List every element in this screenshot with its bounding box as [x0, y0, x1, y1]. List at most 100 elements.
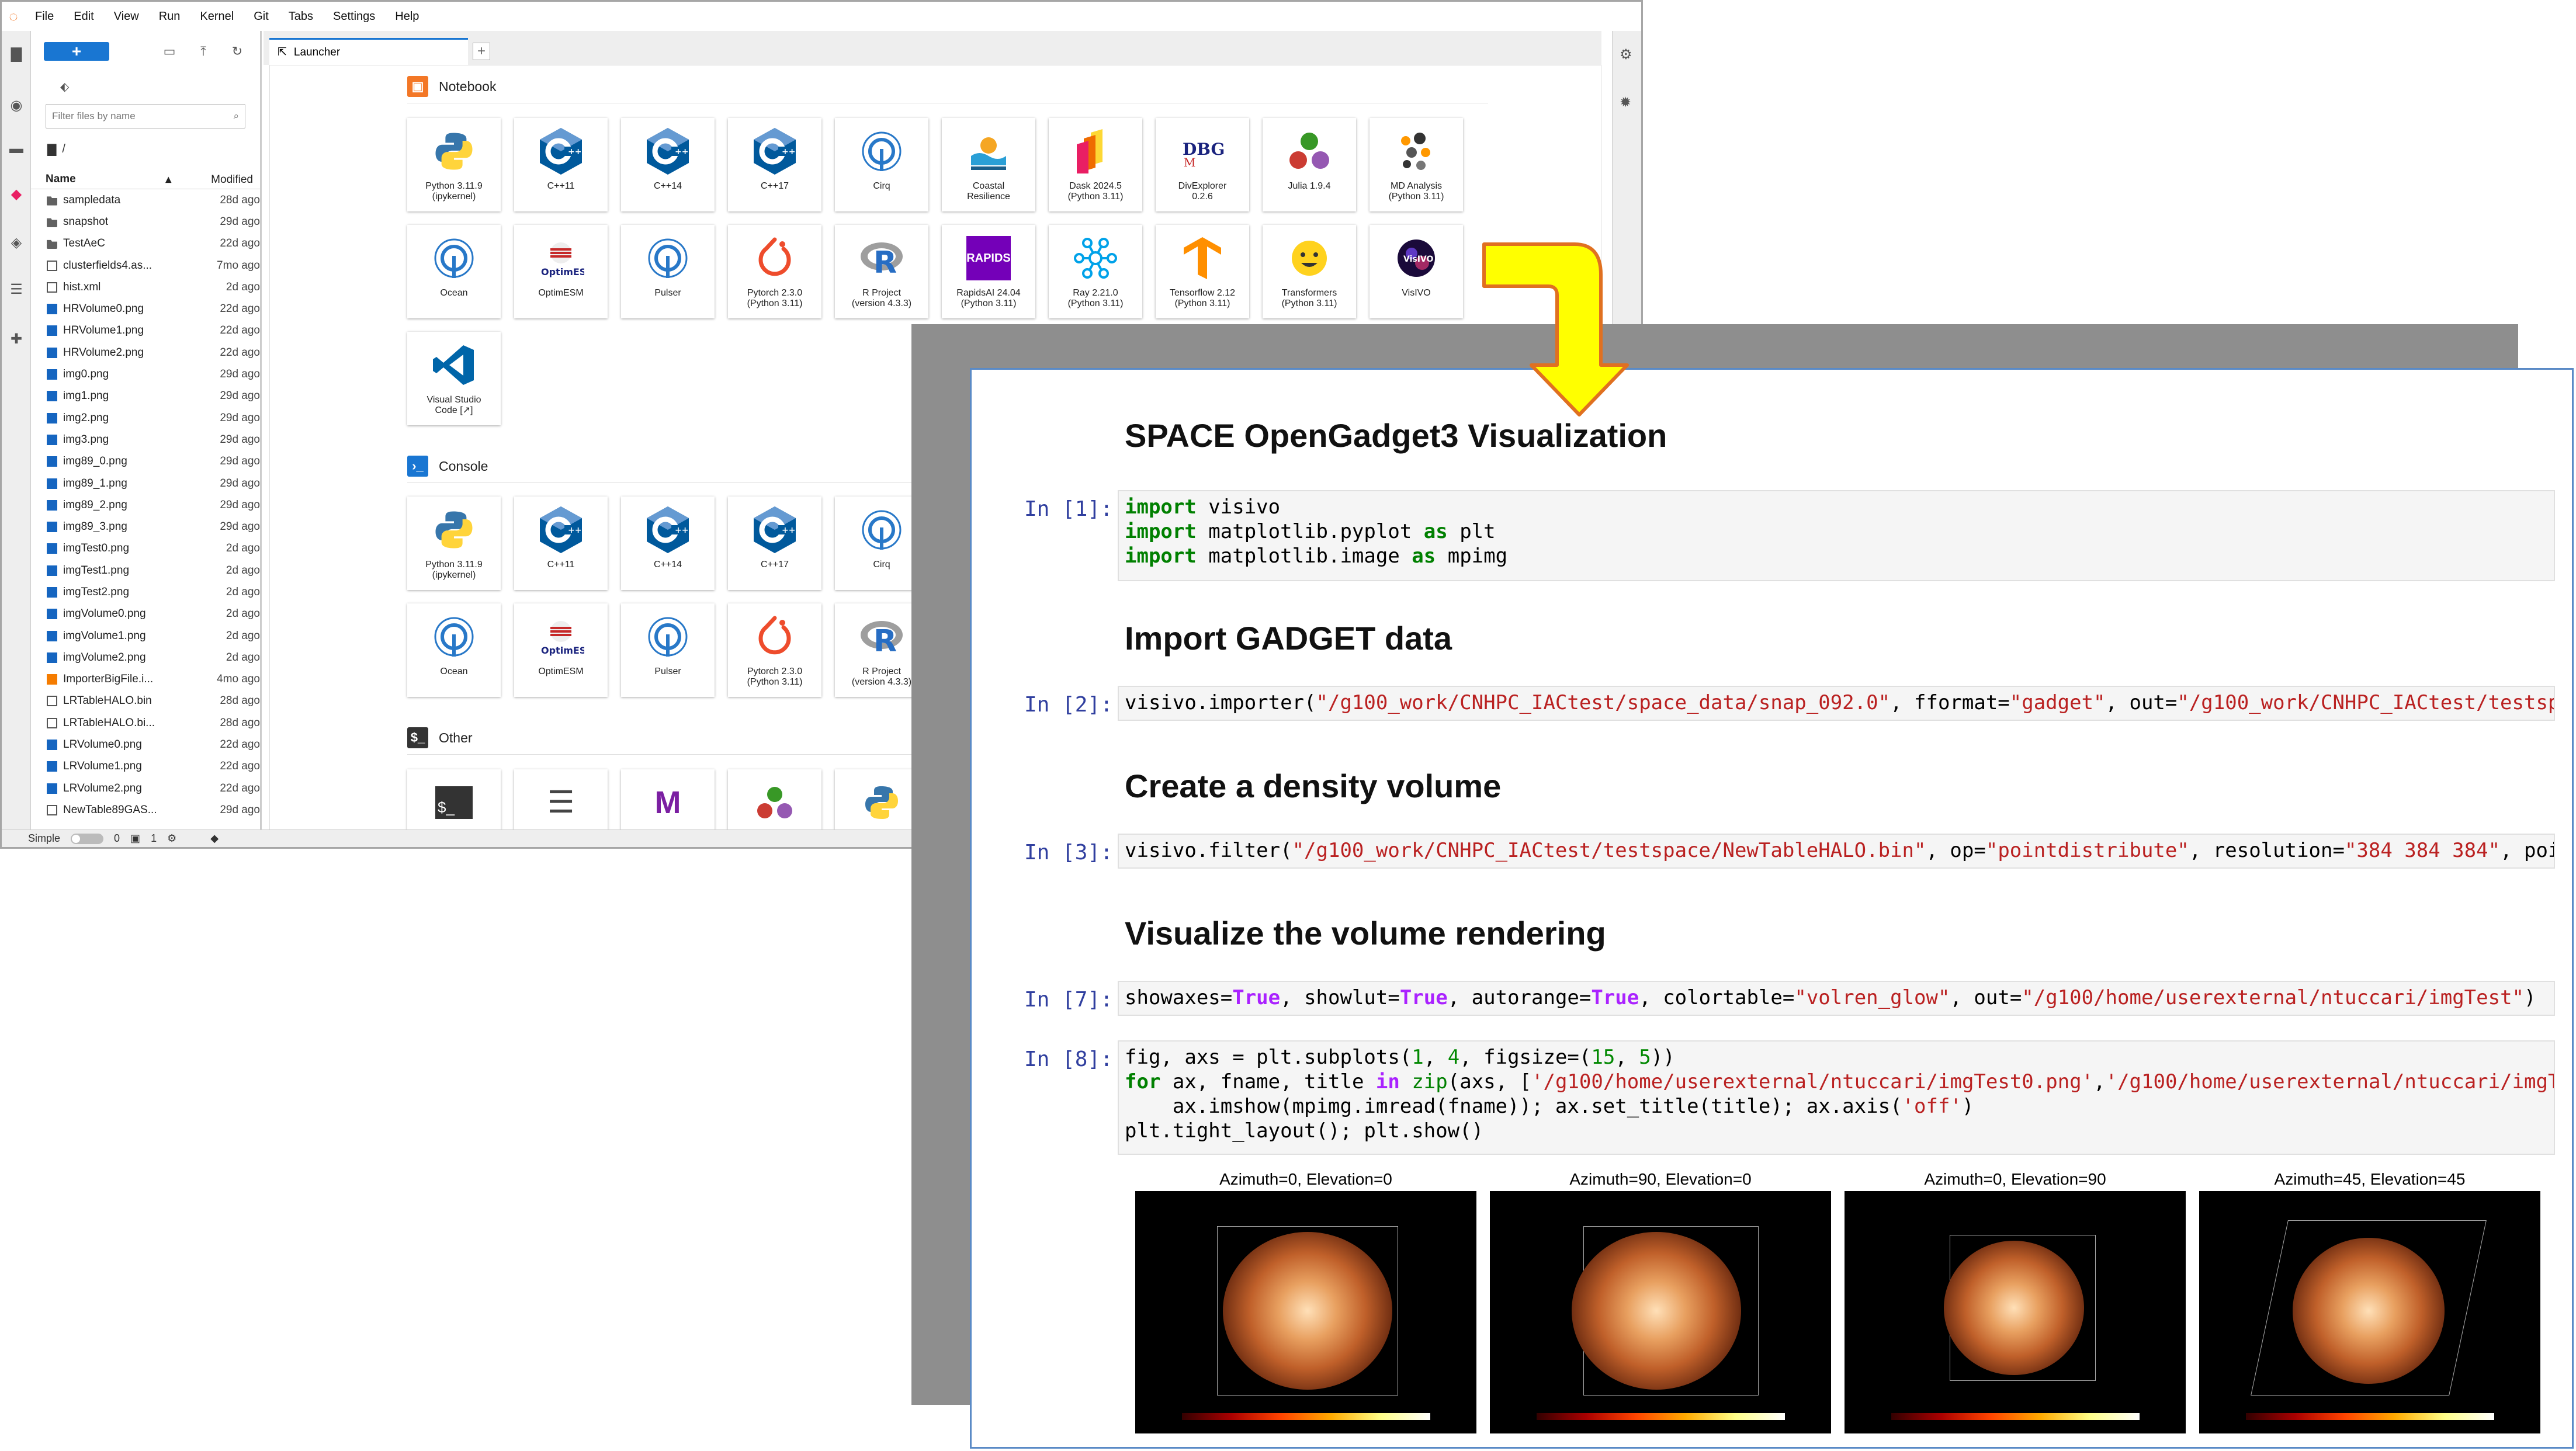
launcher-card-notebook-rapids[interactable]: RAPIDS RapidsAI 24.04 (Python 3.11)	[942, 225, 1035, 318]
launcher-card-notebook-pytorch[interactable]: Pytorch 2.3.0 (Python 3.11)	[728, 225, 821, 318]
launcher-card-console-pytorch[interactable]: Pytorch 2.3.0 (Python 3.11)	[728, 603, 821, 697]
launcher-card-notebook-ray[interactable]: Ray 2.21.0 (Python 3.11)	[1049, 225, 1142, 318]
add-tab-button[interactable]: +	[473, 43, 490, 60]
launcher-card-notebook-pulser[interactable]: Pulser	[621, 225, 715, 318]
launcher-card-notebook-julia[interactable]: Julia 1.9.4	[1263, 118, 1356, 211]
menu-view[interactable]: View	[104, 10, 149, 23]
file-row[interactable]: img89_0.png 29d ago	[31, 451, 260, 473]
toc-icon[interactable]: ☰	[6, 279, 26, 299]
file-row[interactable]: sampledata 28d ago	[31, 189, 260, 211]
file-row[interactable]: imgVolume1.png 2d ago	[31, 625, 260, 647]
file-row[interactable]: snapshot 29d ago	[31, 211, 260, 232]
launcher-card-notebook-ocean[interactable]: Ocean	[407, 225, 501, 318]
git-branch-icon[interactable]: ◆	[210, 832, 219, 845]
column-name[interactable]: Name	[46, 173, 76, 186]
launcher-card-notebook-optimesm[interactable]: OptimESM OptimESM	[514, 225, 608, 318]
launcher-card-markdown[interactable]: M	[621, 769, 715, 834]
debugger-icon[interactable]: ✹	[1620, 94, 1631, 111]
filter-input[interactable]: Filter files by name ⌕	[46, 104, 245, 129]
launcher-card-console-python[interactable]: Python 3.11.9 (ipykernel)	[407, 497, 501, 590]
new-folder-icon[interactable]: ▭	[161, 43, 178, 60]
file-row[interactable]: imgTest2.png 2d ago	[31, 581, 260, 603]
file-row[interactable]: imgTest0.png 2d ago	[31, 538, 260, 560]
terminal-list-icon[interactable]: ▬	[6, 139, 26, 159]
tab-launcher[interactable]: ⇱ Launcher	[269, 38, 468, 65]
file-row[interactable]: HRVolume2.png 22d ago	[31, 342, 260, 363]
menu-kernel[interactable]: Kernel	[190, 10, 244, 23]
property-inspector-icon[interactable]: ⚙	[1620, 46, 1632, 63]
file-row[interactable]: HRVolume0.png 22d ago	[31, 298, 260, 320]
file-row[interactable]: clusterfields4.as... 7mo ago	[31, 255, 260, 276]
menu-file[interactable]: File	[25, 10, 64, 23]
upload-icon[interactable]: ⤒	[195, 43, 212, 60]
file-row[interactable]: imgTest1.png 2d ago	[31, 560, 260, 581]
menu-git[interactable]: Git	[244, 10, 279, 23]
launcher-card-console-pulser[interactable]: Pulser	[621, 603, 715, 697]
launcher-card-console-cpp[interactable]: ++ C++17	[728, 497, 821, 590]
launcher-card-notebook-cpp[interactable]: ++ C++17	[728, 118, 821, 211]
launcher-card-notebook-mdanalysis[interactable]: MD Analysis (Python 3.11)	[1370, 118, 1463, 211]
menu-tabs[interactable]: Tabs	[279, 10, 323, 23]
launcher-card-text-file[interactable]: ☰	[514, 769, 608, 834]
folder-icon[interactable]: ▇	[6, 44, 26, 64]
launcher-card-console-ocean[interactable]: Ocean	[407, 603, 501, 697]
file-row[interactable]: imgVolume2.png 2d ago	[31, 647, 260, 668]
launcher-card-notebook-r[interactable]: R R Project (version 4.3.3)	[835, 225, 928, 318]
new-launcher-button[interactable]: +	[44, 42, 109, 61]
launcher-card-console-cpp[interactable]: ++ C++14	[621, 497, 715, 590]
launcher-card-notebook-cirq[interactable]: Cirq	[835, 118, 928, 211]
menu-edit[interactable]: Edit	[64, 10, 103, 23]
column-modified[interactable]: Modified	[183, 173, 253, 186]
launcher-card-notebook-cpp[interactable]: ++ C++14	[621, 118, 715, 211]
launcher-card-notebook-vscode[interactable]: Visual Studio Code [↗]	[407, 332, 501, 425]
file-row[interactable]: LRVolume2.png 22d ago	[31, 777, 260, 799]
launcher-card-notebook-transformers[interactable]: Transformers (Python 3.11)	[1263, 225, 1356, 318]
file-row[interactable]: LRVolume1.png 22d ago	[31, 756, 260, 777]
code-cell-7[interactable]: showaxes=True, showlut=True, autorange=T…	[1118, 981, 2555, 1016]
file-row[interactable]: img2.png 29d ago	[31, 407, 260, 429]
launcher-card-console-optimesm[interactable]: OptimESM OptimESM	[514, 603, 608, 697]
file-row[interactable]: img89_1.png 29d ago	[31, 473, 260, 494]
git-icon[interactable]: ◈	[6, 232, 26, 252]
file-row[interactable]: TestAeC 22d ago	[31, 233, 260, 255]
simple-mode-toggle[interactable]	[71, 833, 104, 844]
file-row[interactable]: NewTable89GAS... 29d ago	[31, 799, 260, 821]
launcher-card-notebook-dask[interactable]: Dask 2024.5 (Python 3.11)	[1049, 118, 1142, 211]
launcher-card-julia-file[interactable]	[728, 769, 821, 834]
file-row[interactable]: hist.xml 2d ago	[31, 276, 260, 298]
menu-settings[interactable]: Settings	[323, 10, 385, 23]
file-row[interactable]: img3.png 29d ago	[31, 429, 260, 450]
file-row[interactable]: img89_3.png 29d ago	[31, 516, 260, 537]
puzzle-icon[interactable]: ✚	[6, 329, 26, 349]
code-cell-8[interactable]: fig, axs = plt.subplots(1, 4, figsize=(1…	[1118, 1040, 2555, 1155]
image-file-icon	[47, 609, 57, 620]
code-cell-3[interactable]: visivo.filter("/g100_work/CNHPC_IACtest/…	[1118, 834, 2555, 869]
launcher-card-terminal[interactable]: $_	[407, 769, 501, 834]
file-row[interactable]: imgVolume0.png 2d ago	[31, 603, 260, 625]
file-row[interactable]: LRTableHALO.bin 28d ago	[31, 690, 260, 712]
launcher-card-notebook-coastal[interactable]: Coastal Resilience	[942, 118, 1035, 211]
launcher-card-notebook-cpp[interactable]: ++ C++11	[514, 118, 608, 211]
launcher-card-notebook-python[interactable]: Python 3.11.9 (ipykernel)	[407, 118, 501, 211]
running-icon[interactable]: ◉	[6, 95, 26, 115]
file-row[interactable]: img89_2.png 29d ago	[31, 494, 260, 516]
code-cell-1[interactable]: import visivo import matplotlib.pyplot a…	[1118, 490, 2555, 581]
menu-help[interactable]: Help	[385, 10, 429, 23]
launcher-card-notebook-tensorflow[interactable]: Tensorflow 2.12 (Python 3.11)	[1156, 225, 1249, 318]
launcher-card-console-cpp[interactable]: ++ C++11	[514, 497, 608, 590]
file-row[interactable]: HRVolume1.png 22d ago	[31, 320, 260, 342]
launcher-card-notebook-visivo[interactable]: VisIVO VisIVO	[1370, 225, 1463, 318]
code-cell-2[interactable]: visivo.importer("/g100_work/CNHPC_IACtes…	[1118, 686, 2555, 721]
git-clone-icon[interactable]: ⬖	[31, 72, 260, 101]
file-row[interactable]: img0.png 29d ago	[31, 363, 260, 385]
file-modified: 29d ago	[220, 477, 260, 490]
menu-run[interactable]: Run	[149, 10, 190, 23]
file-row[interactable]: LRTableHALO.bi... 28d ago	[31, 712, 260, 734]
file-row[interactable]: ImporterBigFile.i... 4mo ago	[31, 669, 260, 690]
file-row[interactable]: LRVolume0.png 22d ago	[31, 734, 260, 755]
launcher-card-notebook-divexplorer[interactable]: DBG M DivExplorer 0.2.6	[1156, 118, 1249, 211]
file-row[interactable]: img1.png 29d ago	[31, 386, 260, 407]
extension-icon[interactable]: ◆	[6, 184, 26, 204]
refresh-icon[interactable]: ↻	[228, 43, 246, 60]
breadcrumb[interactable]: ▇ /	[47, 140, 260, 158]
